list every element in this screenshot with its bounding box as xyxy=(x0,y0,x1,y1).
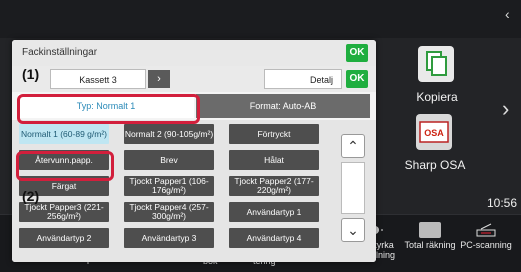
scroll-track[interactable] xyxy=(341,162,365,214)
app-label-sharp-osa: Sharp OSA xyxy=(404,158,466,172)
ok-button-detail[interactable]: OK xyxy=(346,70,368,88)
ok-button-top[interactable]: OK xyxy=(346,44,368,62)
pc-scan-icon xyxy=(475,222,497,238)
osa-logo-text: OSA xyxy=(424,128,444,138)
detail-button[interactable]: Detalj xyxy=(264,69,342,89)
paper-type-grid: Normalt 1 (60-89 g/m²) Normalt 2 (90-105… xyxy=(12,120,376,262)
paper-type-option[interactable]: Tjockt Papper1 (106-176g/m²) xyxy=(124,176,214,196)
paper-type-option[interactable]: Användartyp 2 xyxy=(19,228,109,248)
dock-item-total-count[interactable]: Total räkning xyxy=(400,218,460,270)
tray-row: Kassett 3 › Detalj OK xyxy=(12,66,376,92)
dock-label-total-count: Total räkning xyxy=(404,240,456,250)
paper-type-option[interactable]: Tjockt Papper3 (221-256g/m²) xyxy=(19,202,109,222)
paper-type-option[interactable]: Tjockt Papper2 (177-220g/m²) xyxy=(229,176,319,196)
scroll-up-button[interactable]: ⌃ xyxy=(341,134,365,158)
chevron-up-icon: ⌃ xyxy=(347,138,359,154)
dock-label-pc-scan: PC-scanning xyxy=(460,240,512,250)
dialog-header: Fackinställningar OK xyxy=(12,40,376,66)
app-tile-sharp-osa[interactable]: OSA Sharp OSA xyxy=(390,110,480,190)
app-label-copy: Kopiera xyxy=(416,90,458,104)
callout-step-2: (2) xyxy=(22,188,40,204)
paper-type-option[interactable]: Hålat xyxy=(229,150,319,170)
highlight-type-tab xyxy=(17,94,200,124)
dock-item-pc-scan[interactable]: PC-scanning xyxy=(456,218,516,270)
clock: 10:56 xyxy=(487,196,518,210)
chevron-right-icon[interactable]: › xyxy=(502,96,509,122)
paper-type-option[interactable]: Användartyp 4 xyxy=(229,228,319,248)
tab-format[interactable]: Format: Auto-AB xyxy=(196,94,370,118)
paper-type-option[interactable]: Användartyp 3 xyxy=(124,228,214,248)
paper-type-option[interactable]: Normalt 2 (90-105g/m²) xyxy=(124,124,214,144)
tray-field[interactable]: Kassett 3 xyxy=(50,69,146,89)
paper-type-option[interactable]: Brev xyxy=(124,150,214,170)
paper-type-option[interactable]: Förtryckt xyxy=(229,124,319,144)
paper-type-option[interactable]: Tjockt Papper4 (257-300g/m²) xyxy=(124,202,214,222)
counter-icon xyxy=(419,222,441,238)
scroll-down-button[interactable]: ⌄ xyxy=(341,218,365,242)
callout-step-1: (1) xyxy=(22,66,40,82)
paper-type-option[interactable]: Normalt 1 (60-89 g/m²) xyxy=(19,124,109,144)
paper-type-option[interactable]: Användartyp 1 xyxy=(229,202,319,222)
tray-next-button[interactable]: › xyxy=(148,70,170,88)
top-bar xyxy=(0,0,521,38)
highlight-recycled-option xyxy=(16,151,114,181)
copy-icon xyxy=(418,46,454,82)
chevron-down-icon: ⌄ xyxy=(347,222,359,238)
sharp-osa-icon: OSA xyxy=(416,114,452,150)
chevron-left-icon[interactable]: ‹ xyxy=(505,6,510,22)
chevron-right-icon: › xyxy=(157,73,161,85)
dialog-title: Fackinställningar xyxy=(22,47,98,58)
